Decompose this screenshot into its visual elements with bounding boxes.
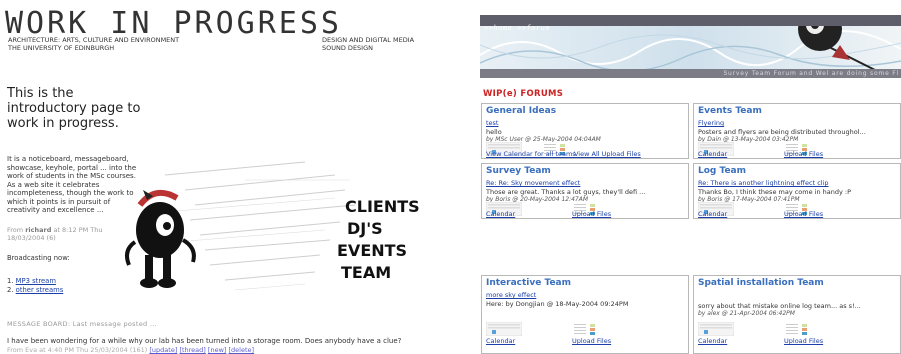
forum-card-interactive-team: Interactive Team more sky effect Here: b… — [481, 275, 689, 354]
card-title[interactable]: Events Team — [698, 106, 762, 116]
update-link[interactable]: [update] — [149, 346, 177, 354]
last-message-meta: From Eva at 4:40 PM Thu 25/03/2004 (161)… — [7, 346, 255, 354]
thread-link[interactable]: [thread] — [179, 346, 205, 354]
news-ticker: Survey Team Forum and Wel are doing some… — [480, 69, 901, 78]
forum-card-events-team: Events Team Flyering Posters and flyers … — [693, 103, 901, 159]
upload-thumbnail[interactable] — [572, 322, 608, 336]
broadcast-label: Broadcasting now: — [7, 254, 70, 262]
card-title[interactable]: Spatial installation Team — [698, 278, 824, 288]
card-title[interactable]: General Ideas — [486, 106, 556, 116]
other-streams-link[interactable]: other streams — [16, 286, 64, 294]
upload-files-link[interactable]: Upload Files — [784, 210, 823, 218]
delete-link[interactable]: [delete] — [229, 346, 255, 354]
forum-card-survey-team: Survey Team Re: Re: Sky movement effect … — [481, 163, 689, 219]
view-calendar-all-link[interactable]: View Calendar for all teams — [486, 150, 576, 158]
graffiti-word: CLIENTS — [345, 197, 420, 216]
card-topic-link[interactable]: more sky effect — [486, 291, 536, 299]
graffiti-word: EVENTS — [337, 241, 407, 260]
forum-card-spatial-installation-team: Spatial installation Team sorry about th… — [693, 275, 901, 354]
upload-files-link[interactable]: Upload Files — [784, 337, 823, 345]
new-link[interactable]: [new] — [208, 346, 227, 354]
subtitle-right: DESIGN AND DIGITAL MEDIA SOUND DESIGN — [322, 36, 415, 52]
forum-card-general-ideas: General Ideas test hello by MSc User @ 2… — [481, 103, 689, 159]
stream-item: 2. other streams — [7, 285, 64, 294]
card-topic-link[interactable]: Flyering — [698, 119, 724, 127]
stream-list: 1. MP3 stream 2. other streams — [7, 277, 63, 294]
forums-heading: WIP(e) FORUMS — [483, 89, 564, 99]
graffiti-word: DJ'S — [347, 219, 383, 238]
forum-card-log-team: Log Team Re: There is another lightning … — [693, 163, 901, 219]
forums-panel: >>home >>forum Survey Team Forum and Wel… — [480, 0, 901, 354]
card-snippet: Posters and flyers are being distributed… — [698, 128, 866, 136]
calendar-thumbnail[interactable] — [486, 322, 522, 336]
message-board-label: MESSAGE BOARD: Last message posted ... — [7, 320, 157, 328]
forum-navbar: >>home >>forum — [480, 15, 901, 32]
card-topic-link[interactable]: Re: There is another lightning effect cl… — [698, 179, 829, 187]
upload-files-link[interactable]: Upload Files — [572, 337, 611, 345]
mp3-stream-link[interactable]: MP3 stream — [16, 277, 56, 285]
graffiti-graphic: CLIENTS DJ'S EVENTS TEAM — [125, 161, 420, 291]
upload-thumbnail[interactable] — [784, 322, 820, 336]
card-snippet: Here: by Dongjian @ 18-May-2004 09:24PM — [486, 300, 629, 308]
character-illustration — [125, 189, 196, 288]
calendar-thumbnail[interactable] — [698, 322, 734, 336]
card-title[interactable]: Survey Team — [486, 166, 551, 176]
card-title[interactable]: Log Team — [698, 166, 746, 176]
intro-heading: This is the introductory page to work in… — [7, 86, 141, 131]
card-snippet: Those are great. Thanks a lot guys, they… — [486, 188, 646, 196]
stream-item: 1. MP3 stream — [7, 277, 56, 285]
card-snippet: sorry about that mistake online log team… — [698, 302, 861, 310]
subtitle-left: ARCHITECTURE: ARTS, CULTURE AND ENVIRONM… — [8, 36, 180, 52]
upload-files-link[interactable]: Upload Files — [784, 150, 823, 158]
upload-files-link[interactable]: Upload Files — [572, 210, 611, 218]
card-snippet: hello — [486, 128, 502, 136]
graffiti-word: TEAM — [341, 263, 391, 282]
card-snippet: Thanks Bo, I think these may come in han… — [698, 188, 852, 196]
card-topic-link[interactable]: test — [486, 119, 498, 127]
last-message-text: I have been wondering for a while why ou… — [7, 337, 402, 345]
calendar-link[interactable]: Calendar — [698, 150, 727, 158]
wip-intro-panel: WORK IN PROGRESS ARCHITECTURE: ARTS, CUL… — [0, 0, 440, 354]
card-byline: by alex @ 21-Apr-2004 06:42PM — [698, 310, 795, 317]
card-topic-link[interactable]: Re: Re: Sky movement effect — [486, 179, 580, 187]
calendar-link[interactable]: Calendar — [698, 210, 727, 218]
calendar-link[interactable]: Calendar — [486, 337, 515, 345]
nav-links[interactable]: >>home >>forum — [484, 24, 550, 32]
calendar-link[interactable]: Calendar — [698, 337, 727, 345]
calendar-link[interactable]: Calendar — [486, 210, 515, 218]
view-all-uploads-link[interactable]: View All Upload Files — [574, 150, 641, 158]
card-title[interactable]: Interactive Team — [486, 278, 571, 288]
